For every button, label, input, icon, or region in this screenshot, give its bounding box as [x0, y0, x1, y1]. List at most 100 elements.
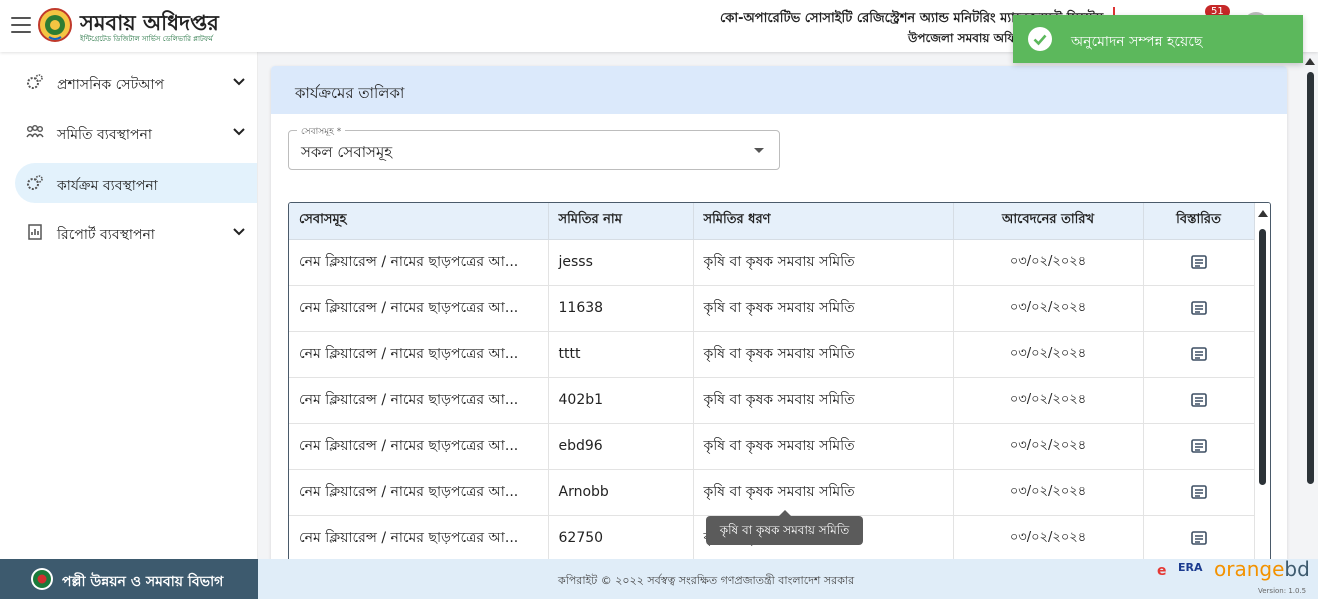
copyright-text: কপিরাইট © ২০২২ সর্বস্বত্ব সংরক্ষিত গণপ্র…: [558, 574, 855, 587]
column-header-service[interactable]: সেবাসমূহ: [289, 203, 549, 240]
chevron-down-icon: [233, 78, 245, 86]
government-emblem-icon: [31, 568, 53, 590]
table-row[interactable]: নেম ক্লিয়ারেন্স / নামের ছাড়পত্রের আ...…: [289, 469, 1255, 516]
society-name-cell: 11638: [548, 285, 694, 332]
society-name-cell: 402b1: [548, 377, 694, 424]
service-cell: নেম ক্লিয়ারেন্স / নামের ছাড়পত্রের আ...: [289, 423, 549, 470]
details-cell: [1143, 285, 1255, 332]
service-select-label: সেবাসমূহ *: [297, 124, 346, 139]
footer-department-panel: পল্লী উন্নয়ন ও সমবায় বিভাগ: [0, 559, 258, 599]
scrollbar-thumb[interactable]: [1259, 229, 1266, 485]
application-date-cell: ০৩/০২/২০২৪: [953, 285, 1144, 332]
table-row[interactable]: নেম ক্লিয়ারেন্স / নামের ছাড়পত্রের আ...…: [289, 239, 1255, 286]
table-header-row: সেবাসমূহ সমিতির নাম সমিতির ধরণ আবেদনের ত…: [289, 203, 1255, 240]
details-cell: [1143, 239, 1255, 286]
sidebar-item-society-management[interactable]: সমিতি ব্যবস্থাপনা: [15, 112, 257, 152]
brand-subtitle: ইন্টিগ্রেটেড ডিজিটাল সার্ভিস ডেলিভারি প্…: [80, 35, 213, 43]
sidebar: প্রশাসনিক সেটআপ সমিতি ব্যবস্থাপনা কার্যক…: [0, 52, 258, 559]
activity-table: সেবাসমূহ সমিতির নাম সমিতির ধরণ আবেদনের ত…: [289, 203, 1255, 562]
service-cell: নেম ক্লিয়ারেন্স / নামের ছাড়পত্রের আ...: [289, 515, 549, 562]
details-icon[interactable]: [1190, 255, 1207, 269]
society-type-cell: কৃষি বা কৃষক সমবায় সমিতি: [693, 239, 954, 286]
gears-icon: [27, 74, 43, 89]
table-scrollbar[interactable]: [1255, 203, 1270, 565]
tooltip: কৃষি বা কৃষক সমবায় সমিতি: [706, 510, 863, 545]
orangebd-logo: orangebd: [1214, 557, 1310, 581]
details-icon[interactable]: [1190, 485, 1207, 499]
era-logo-icon: e: [1157, 563, 1167, 579]
sidebar-item-admin-setup[interactable]: প্রশাসনিক সেটআপ: [15, 62, 257, 102]
service-select-value: সকল সেবাসমূহ: [301, 143, 393, 161]
application-date-cell: ০৩/০২/২০২৪: [953, 331, 1144, 378]
card-header: কার্যক্রমের তালিকা: [271, 66, 1287, 114]
details-cell: [1143, 423, 1255, 470]
menu-toggle-icon[interactable]: [11, 17, 31, 33]
details-cell: [1143, 469, 1255, 516]
society-name-cell: tttt: [548, 331, 694, 378]
column-header-society-type[interactable]: সমিতির ধরণ: [693, 203, 954, 240]
application-date-cell: ০৩/০২/২০২৪: [953, 515, 1144, 562]
gears-icon: [27, 175, 43, 190]
application-date-cell: ০৩/০২/২০২৪: [953, 239, 1144, 286]
table-row[interactable]: নেম ক্লিয়ারেন্স / নামের ছাড়পত্রের আ...…: [289, 285, 1255, 332]
table-row[interactable]: নেম ক্লিয়ারেন্স / নামের ছাড়পত্রের আ...…: [289, 377, 1255, 424]
success-toast[interactable]: অনুমোদন সম্পন্ন হয়েছে: [1013, 15, 1303, 63]
application-date-cell: ০৩/০২/২০২৪: [953, 469, 1144, 516]
footer: পল্লী উন্নয়ন ও সমবায় বিভাগ কপিরাইট © ২…: [0, 557, 1318, 599]
office-name: উপজেলা সমবায় অফিস: [908, 31, 1025, 45]
toast-message: অনুমোদন সম্পন্ন হয়েছে: [1071, 34, 1203, 50]
report-icon: [28, 224, 42, 240]
service-cell: নেম ক্লিয়ারেন্স / নামের ছাড়পত্রের আ...: [289, 285, 549, 332]
society-type-cell: কৃষি বা কৃষক সমবায় সমিতি: [693, 377, 954, 424]
table-body: নেম ক্লিয়ারেন্স / নামের ছাড়পত্রের আ...…: [289, 239, 1255, 562]
sidebar-item-label: রিপোর্ট ব্যবস্থাপনা: [57, 227, 155, 243]
society-name-cell: jesss: [548, 239, 694, 286]
sidebar-item-label: সমিতি ব্যবস্থাপনা: [57, 127, 152, 143]
column-header-details: বিস্তারিত: [1143, 203, 1255, 240]
details-icon[interactable]: [1190, 393, 1207, 407]
service-cell: নেম ক্লিয়ারেন্স / নামের ছাড়পত্রের আ...: [289, 377, 549, 424]
chevron-down-icon: [233, 128, 245, 136]
column-header-application-date[interactable]: আবেদনের তারিখ: [953, 203, 1144, 240]
scroll-up-arrow-icon[interactable]: [1258, 210, 1268, 217]
society-name-cell: ebd96: [548, 423, 694, 470]
details-cell: [1143, 331, 1255, 378]
sidebar-item-label: প্রশাসনিক সেটআপ: [57, 77, 165, 93]
details-icon[interactable]: [1190, 439, 1207, 453]
era-logo: ERA: [1178, 561, 1203, 574]
details-icon[interactable]: [1190, 301, 1207, 315]
table-row[interactable]: নেম ক্লিয়ারেন্স / নামের ছাড়পত্রের আ...…: [289, 423, 1255, 470]
service-cell: নেম ক্লিয়ারেন্স / নামের ছাড়পত্রের আ...: [289, 331, 549, 378]
service-cell: নেম ক্লিয়ারেন্স / নামের ছাড়পত্রের আ...: [289, 239, 549, 286]
chevron-down-icon: [233, 228, 245, 236]
society-type-cell: কৃষি বা কৃষক সমবায় সমিতি: [693, 331, 954, 378]
caret-down-icon: [754, 148, 764, 153]
version-text: Version: 1.0.5: [1258, 587, 1307, 595]
application-date-cell: ০৩/০২/২০২৪: [953, 377, 1144, 424]
cooperative-logo-icon: [38, 8, 72, 42]
society-name-cell: 62750: [548, 515, 694, 562]
activity-list-card: কার্যক্রমের তালিকা সেবাসমূহ * সকল সেবাসম…: [271, 66, 1287, 566]
sidebar-item-report-management[interactable]: রিপোর্ট ব্যবস্থাপনা: [15, 212, 257, 252]
sidebar-item-label: কার্যক্রম ব্যবস্থাপনা: [57, 178, 158, 194]
orangebd-logo-main: orange: [1214, 557, 1285, 581]
scroll-up-arrow-icon[interactable]: [1305, 58, 1315, 65]
department-name: পল্লী উন্নয়ন ও সমবায় বিভাগ: [62, 574, 224, 590]
details-cell: [1143, 377, 1255, 424]
details-icon[interactable]: [1190, 531, 1207, 545]
service-select[interactable]: সেবাসমূহ * সকল সেবাসমূহ: [288, 124, 780, 170]
details-icon[interactable]: [1190, 347, 1207, 361]
sidebar-item-activity-management[interactable]: কার্যক্রম ব্যবস্থাপনা: [15, 163, 257, 203]
society-type-cell: কৃষি বা কৃষক সমবায় সমিতি: [693, 469, 954, 516]
details-cell: [1143, 515, 1255, 562]
page-scrollbar[interactable]: [1302, 52, 1318, 559]
column-header-society-name[interactable]: সমিতির নাম: [548, 203, 694, 240]
check-circle-icon: [1028, 27, 1052, 51]
people-icon: [26, 125, 44, 138]
scrollbar-thumb[interactable]: [1307, 72, 1314, 484]
application-date-cell: ০৩/০২/২০২৪: [953, 423, 1144, 470]
table-row[interactable]: নেম ক্লিয়ারেন্স / নামের ছাড়পত্রের আ...…: [289, 331, 1255, 378]
page-title: কার্যক্রমের তালিকা: [295, 84, 405, 102]
society-type-cell: কৃষি বা কৃষক সমবায় সমিতি: [693, 423, 954, 470]
orangebd-logo-suffix: bd: [1284, 557, 1310, 581]
